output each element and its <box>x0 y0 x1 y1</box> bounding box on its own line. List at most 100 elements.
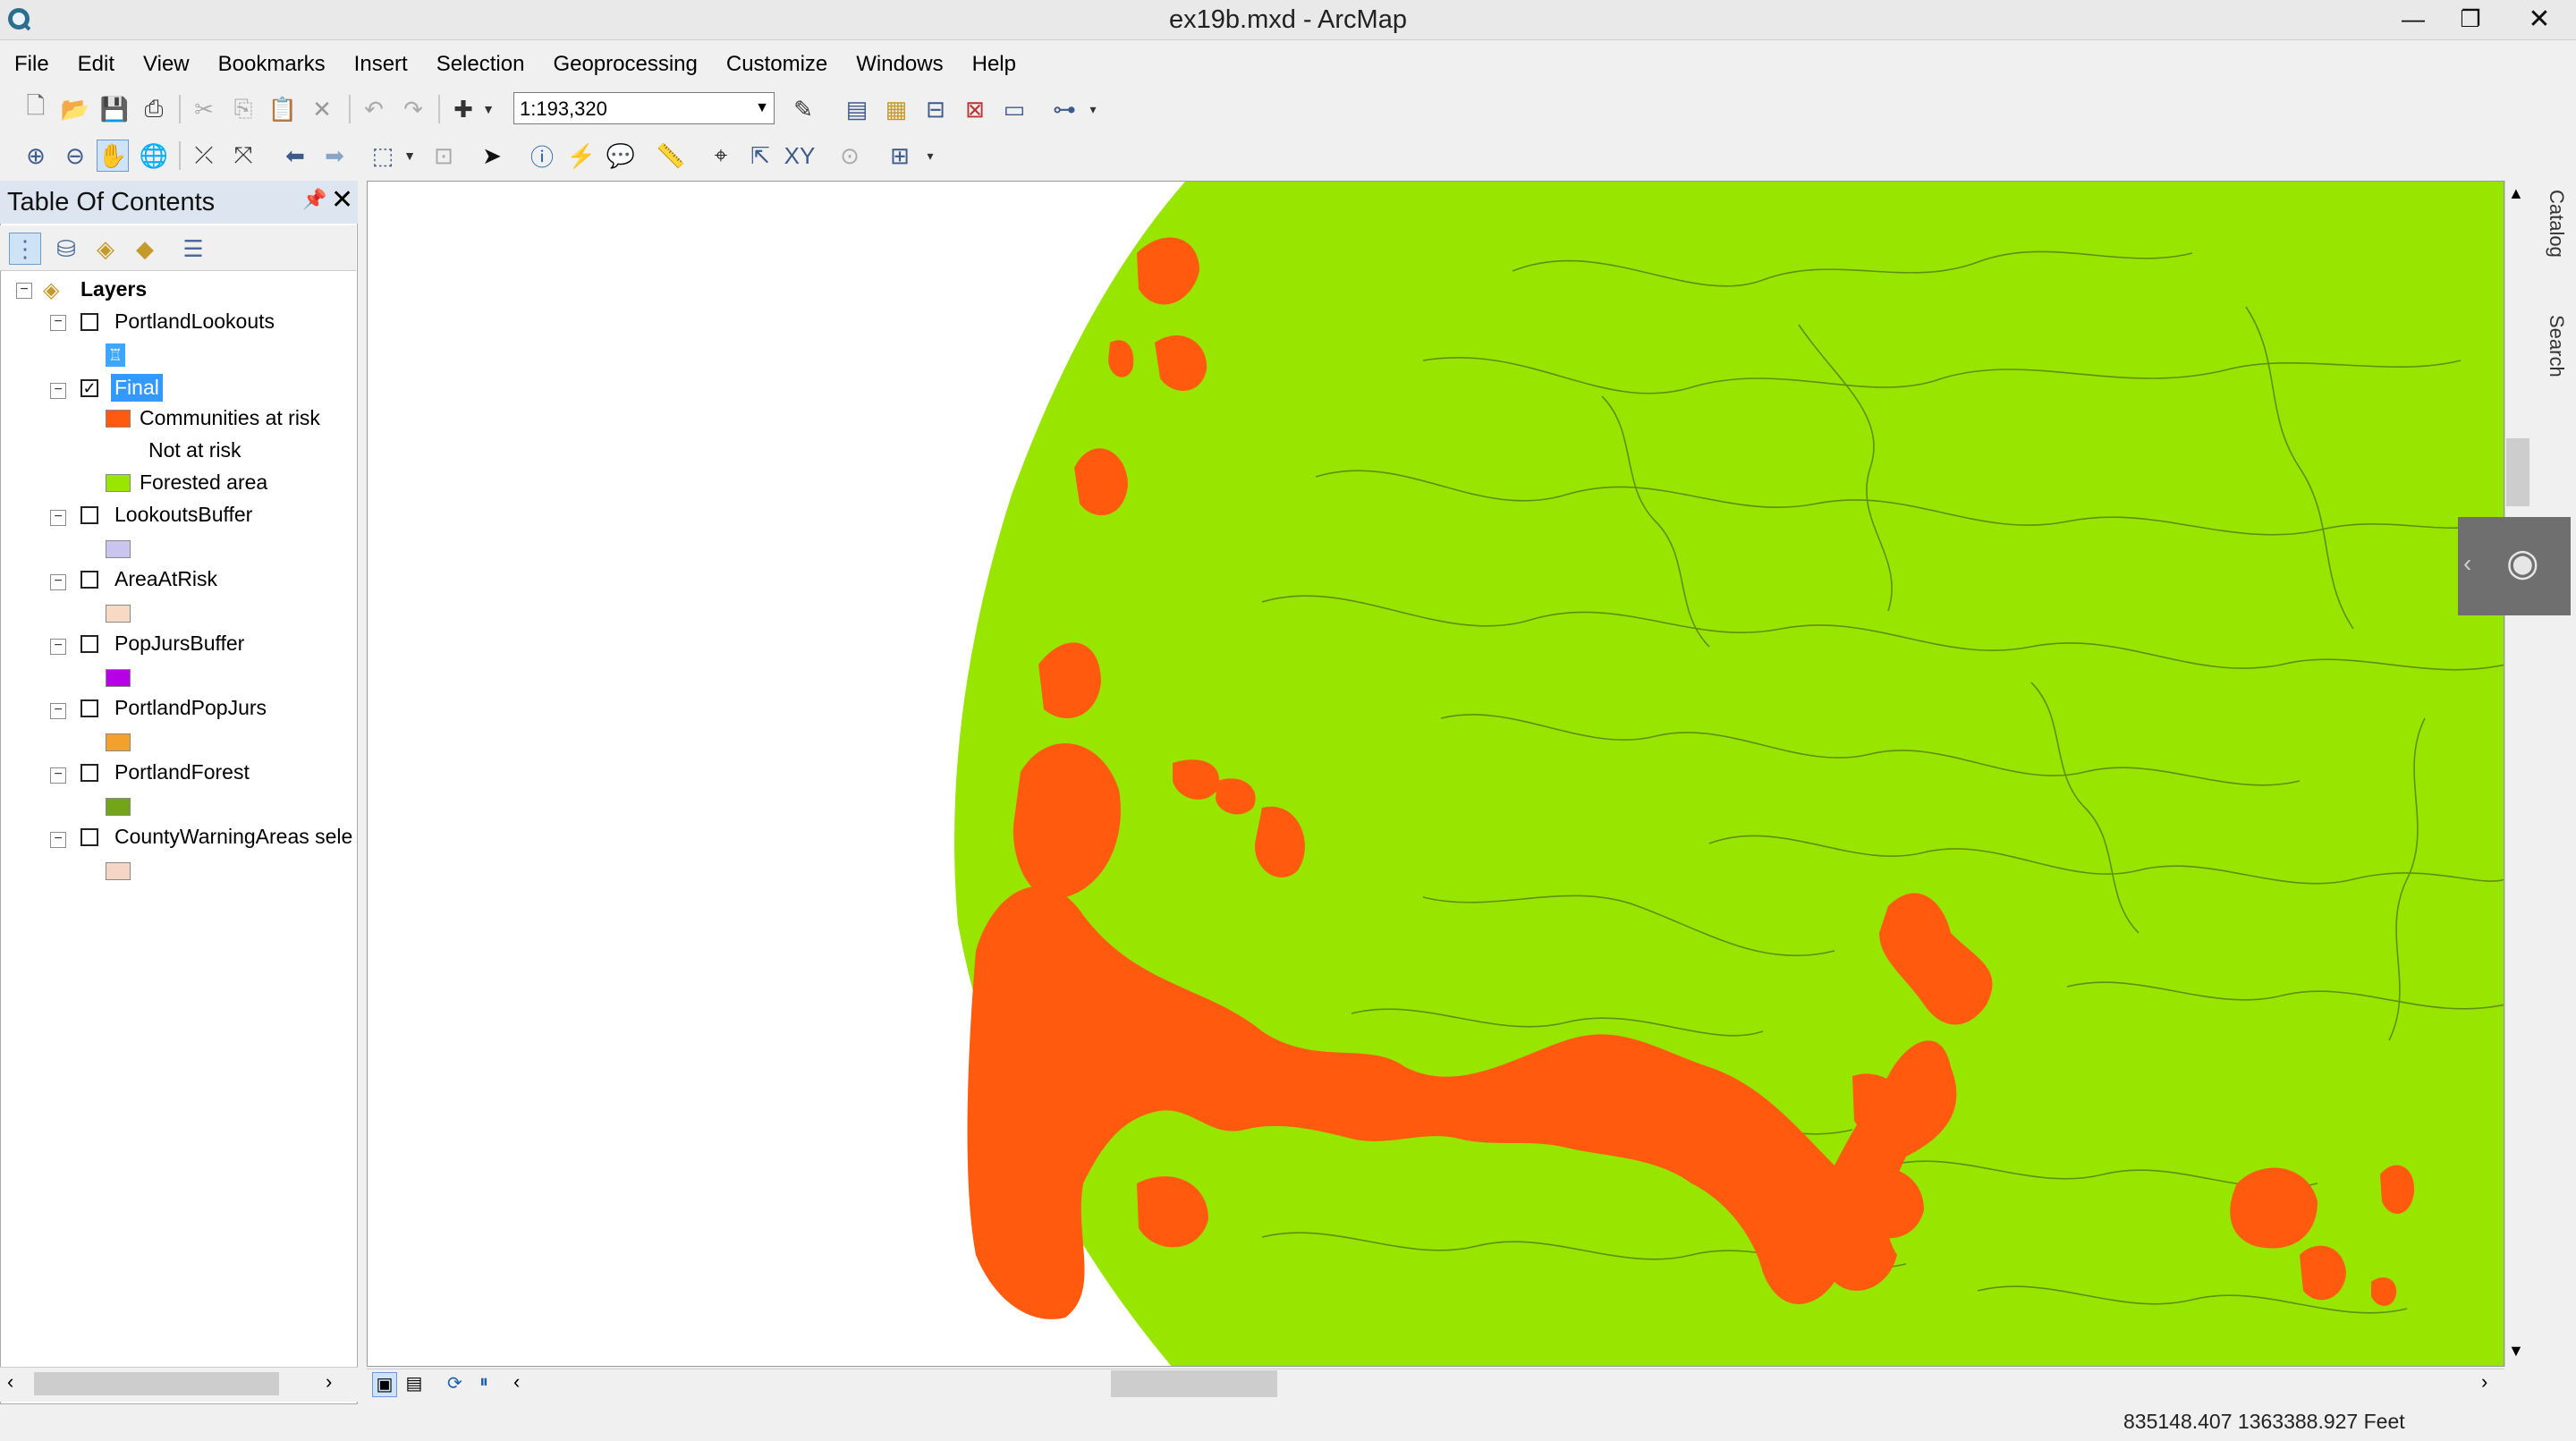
identify-icon[interactable]: ⓘ <box>526 140 558 172</box>
add-data-dropdown-icon[interactable]: ▼ <box>479 93 497 125</box>
go-to-xy-icon[interactable]: XY <box>784 140 816 172</box>
zoom-out-icon[interactable]: ⊖ <box>59 140 91 172</box>
layers-collapse-icon[interactable]: − <box>16 283 32 299</box>
html-popup-icon[interactable]: 💬 <box>605 140 637 172</box>
layer-areaatrisk[interactable]: AreaAtRisk <box>114 567 217 591</box>
layout-view-icon[interactable]: ▤ <box>402 1372 426 1395</box>
toolbar-options-icon[interactable]: ▾ <box>1084 93 1102 125</box>
chevron-left-icon[interactable]: ‹ <box>2463 549 2471 578</box>
create-viewer-window-icon[interactable]: ⊞ <box>884 140 916 172</box>
minimize-button[interactable]: — <box>2385 0 2442 38</box>
horizontal-scroll-thumb[interactable] <box>1111 1370 1277 1397</box>
layer-collapse-icon[interactable]: − <box>50 703 66 719</box>
refresh-icon[interactable]: ⟳ <box>447 1372 462 1394</box>
zoom-in-icon[interactable]: ⊕ <box>20 140 52 172</box>
tools-toolbar-options-icon[interactable]: ▾ <box>921 140 939 172</box>
catalog-tab[interactable]: Catalog <box>2540 190 2572 309</box>
menu-selection[interactable]: Selection <box>422 52 539 77</box>
search-tab[interactable]: Search <box>2540 315 2572 422</box>
pause-drawing-icon[interactable]: ⏸ <box>479 1372 488 1393</box>
time-slider-icon[interactable]: ⊙ <box>834 140 866 172</box>
scroll-down-icon[interactable]: ▼ <box>2508 1342 2524 1360</box>
save-icon[interactable]: 💾 <box>98 93 131 125</box>
find-route-icon[interactable]: ⇱ <box>744 140 776 172</box>
scroll-up-icon[interactable]: ▲ <box>2508 184 2524 203</box>
layer-collapse-icon[interactable]: − <box>50 767 66 784</box>
layer-lookoutsbuffer[interactable]: LookoutsBuffer <box>114 503 252 527</box>
fixed-zoom-in-icon[interactable]: ⤫ <box>188 140 220 172</box>
paste-icon[interactable]: 📋 <box>267 93 299 125</box>
go-back-icon[interactable]: ⬅ <box>279 140 311 172</box>
vertical-scroll-thumb[interactable] <box>2506 438 2529 506</box>
python-window-icon[interactable]: ▭ <box>998 93 1030 125</box>
find-icon[interactable]: ⌖ <box>705 140 737 172</box>
layer-visibility-checkbox[interactable] <box>80 699 98 717</box>
layer-visibility-checkbox[interactable] <box>80 313 98 331</box>
full-extent-icon[interactable]: 🌐 <box>138 140 170 172</box>
layer-portlandforest[interactable]: PortlandForest <box>114 760 250 784</box>
pan-icon[interactable]: ✋ <box>97 140 129 172</box>
model-builder-icon[interactable]: ⊶ <box>1048 93 1080 125</box>
scroll-right-icon[interactable]: › <box>326 1370 332 1394</box>
layer-visibility-checkbox[interactable] <box>80 764 98 782</box>
cut-icon[interactable]: ✂ <box>188 93 220 125</box>
hyperlink-icon[interactable]: ⚡ <box>565 140 597 172</box>
list-by-visibility-icon[interactable]: ◈ <box>89 233 122 265</box>
data-view-icon[interactable]: ▣ <box>372 1372 397 1397</box>
go-forward-icon[interactable]: ➡ <box>318 140 351 172</box>
map-scale-dropdown-icon[interactable]: ▼ <box>750 92 775 124</box>
layer-portlandlookouts[interactable]: PortlandLookouts <box>114 309 275 334</box>
layer-popjursbuffer[interactable]: PopJursBuffer <box>114 631 244 656</box>
layer-collapse-icon[interactable]: − <box>50 832 66 848</box>
select-elements-icon[interactable]: ➤ <box>476 140 508 172</box>
menu-geoprocessing[interactable]: Geoprocessing <box>538 52 711 77</box>
search-window-icon[interactable]: ⊟ <box>919 93 952 125</box>
arctoolbox-icon[interactable]: ⊠ <box>959 93 991 125</box>
close-window-button[interactable]: ✕ <box>2503 0 2576 38</box>
menu-file[interactable]: File <box>0 52 64 77</box>
menu-view[interactable]: View <box>129 52 204 77</box>
layer-visibility-checkbox[interactable] <box>80 506 98 524</box>
select-features-icon[interactable]: ⬚ <box>367 140 399 172</box>
map-scale-input[interactable]: 1:193,320 <box>513 92 775 124</box>
add-data-icon[interactable]: ✚ <box>447 93 479 125</box>
print-icon[interactable]: ⎙ <box>138 93 170 125</box>
menu-insert[interactable]: Insert <box>340 52 422 77</box>
menu-edit[interactable]: Edit <box>64 52 129 77</box>
scroll-left-icon[interactable]: ‹ <box>7 1370 13 1394</box>
catalog-window-icon[interactable]: ▦ <box>880 93 912 125</box>
layer-collapse-icon[interactable]: − <box>50 510 66 526</box>
layer-countywarningareas[interactable]: CountyWarningAreas sele <box>114 825 354 849</box>
undo-icon[interactable]: ↶ <box>358 93 390 125</box>
menu-bookmarks[interactable]: Bookmarks <box>204 52 340 77</box>
menu-customize[interactable]: Customize <box>712 52 842 77</box>
menu-help[interactable]: Help <box>958 52 1030 77</box>
list-by-source-icon[interactable]: ⛁ <box>50 233 82 265</box>
layer-collapse-icon[interactable]: − <box>50 315 66 331</box>
copy-icon[interactable]: ⎘ <box>227 93 259 125</box>
layer-portlandpopjurs[interactable]: PortlandPopJurs <box>114 696 267 720</box>
layer-collapse-icon[interactable]: − <box>50 383 66 399</box>
fixed-zoom-out-icon[interactable]: ⤧ <box>227 140 259 172</box>
layer-final[interactable]: Final <box>111 374 163 402</box>
open-folder-icon[interactable]: 📂 <box>59 93 91 125</box>
table-of-contents-icon[interactable]: ▤ <box>841 93 873 125</box>
list-by-selection-icon[interactable]: ◆ <box>129 233 161 265</box>
layer-visibility-checkbox[interactable]: ✓ <box>80 379 98 397</box>
close-icon[interactable]: ✕ <box>331 184 353 216</box>
layers-root-label[interactable]: Layers <box>80 277 147 301</box>
layer-visibility-checkbox[interactable] <box>80 828 98 846</box>
editor-toolbar-icon[interactable]: ✎ <box>787 93 819 125</box>
map-vertical-scrollbar[interactable] <box>2504 181 2532 1367</box>
layer-collapse-icon[interactable]: − <box>50 574 66 590</box>
redo-icon[interactable]: ↷ <box>397 93 429 125</box>
scroll-left-icon[interactable]: ‹ <box>513 1370 520 1394</box>
menu-windows[interactable]: Windows <box>842 52 957 77</box>
list-by-drawing-order-icon[interactable]: ⋮ <box>9 233 41 265</box>
delete-icon[interactable]: ✕ <box>306 93 338 125</box>
select-features-dropdown-icon[interactable]: ▼ <box>401 140 419 172</box>
screen-overlay-widget[interactable]: ‹ ◉ <box>2458 517 2571 615</box>
pin-icon[interactable]: 📌 <box>302 188 326 211</box>
layer-collapse-icon[interactable]: − <box>50 639 66 655</box>
toc-options-icon[interactable]: ☰ <box>177 233 209 265</box>
